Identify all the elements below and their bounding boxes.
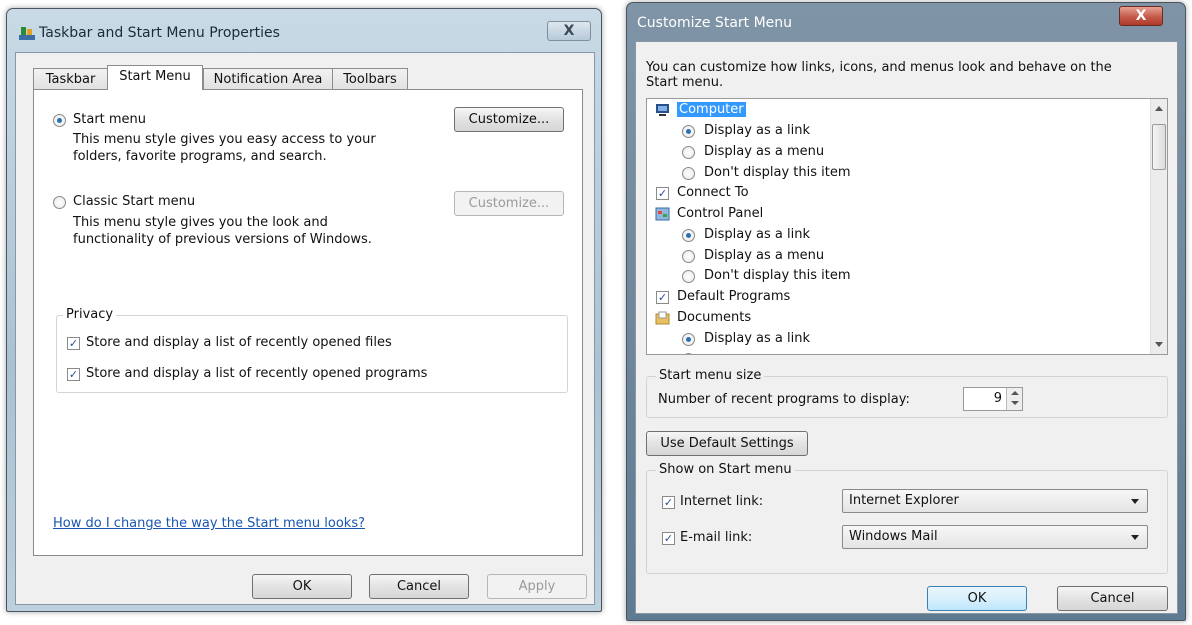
- computer-menu-label: Display as a menu: [704, 144, 825, 159]
- recent-programs-value[interactable]: 9: [994, 391, 1002, 406]
- documents-icon: [655, 311, 670, 325]
- control-panel-menu-radio[interactable]: [682, 250, 695, 263]
- window-title: Taskbar and Start Menu Properties: [39, 25, 280, 41]
- scroll-thumb[interactable]: [1152, 124, 1166, 170]
- classic-desc-1: This menu style gives you the look and: [73, 215, 328, 230]
- internet-link-dropdown[interactable]: Internet Explorer: [842, 489, 1148, 513]
- computer-icon: [655, 103, 670, 117]
- email-link-checkbox[interactable]: ✓: [662, 532, 675, 545]
- recent-files-checkbox[interactable]: ✓: [67, 337, 80, 350]
- control-panel-icon: [655, 207, 670, 221]
- control-panel-link-radio[interactable]: [682, 229, 695, 242]
- internet-link-value: Internet Explorer: [849, 493, 959, 508]
- tab-start-menu[interactable]: Start Menu: [107, 65, 203, 90]
- help-link[interactable]: How do I change the way the Start menu l…: [53, 516, 365, 531]
- control-panel-menu-label: Display as a menu: [704, 248, 825, 263]
- customize-start-menu-window: Customize Start Menu X You can customize…: [626, 2, 1186, 621]
- recent-programs-checkbox[interactable]: ✓: [67, 368, 80, 381]
- computer-menu-radio[interactable]: [682, 146, 695, 159]
- list-scrollbar[interactable]: [1150, 99, 1167, 354]
- control-panel-link-label: Display as a link: [704, 227, 811, 242]
- window-title: Customize Start Menu: [637, 15, 793, 31]
- show-on-start-menu-group: [646, 470, 1168, 574]
- list-item-computer[interactable]: Computer: [677, 102, 746, 117]
- classic-start-menu-label: Classic Start menu: [73, 194, 196, 209]
- classic-customize-button[interactable]: Customize...: [454, 191, 564, 216]
- internet-link-checkbox[interactable]: ✓: [662, 496, 675, 509]
- start-menu-items-list[interactable]: Computer Display as a link Display as a …: [646, 98, 1168, 355]
- dialog-body: You can customize how links, icons, and …: [635, 41, 1178, 614]
- documents-menu-radio-partial[interactable]: [682, 353, 695, 354]
- scroll-down-arrow-icon[interactable]: [1155, 342, 1163, 347]
- documents-link-radio[interactable]: [682, 333, 695, 346]
- email-link-value: Windows Mail: [849, 529, 938, 544]
- chevron-down-icon: [1131, 499, 1139, 504]
- list-item-control-panel: Control Panel: [677, 206, 764, 221]
- list-item-default-programs: Default Programs: [677, 289, 791, 304]
- tab-panel: Start menu This menu style gives you eas…: [33, 89, 583, 556]
- start-menu-desc-2: folders, favorite programs, and search.: [73, 149, 327, 164]
- start-menu-label: Start menu: [73, 112, 147, 127]
- close-icon: X: [563, 23, 575, 39]
- ok-button[interactable]: OK: [252, 574, 352, 599]
- dialog-body: Taskbar Start Menu Notification Area Too…: [15, 52, 595, 605]
- computer-hide-label: Don't display this item: [704, 165, 851, 180]
- intro-text-2: Start menu.: [646, 75, 724, 90]
- email-link-label: E-mail link:: [680, 530, 753, 545]
- email-link-dropdown[interactable]: Windows Mail: [842, 525, 1148, 549]
- chevron-down-icon: [1131, 535, 1139, 540]
- computer-link-label: Display as a link: [704, 123, 811, 138]
- control-panel-hide-label: Don't display this item: [704, 268, 851, 283]
- start-menu-size-title: Start menu size: [656, 368, 765, 383]
- list-item-connect-to: Connect To: [677, 185, 749, 200]
- control-panel-hide-radio[interactable]: [682, 270, 695, 283]
- classic-desc-2: functionality of previous versions of Wi…: [73, 232, 372, 247]
- customize-button[interactable]: Customize...: [454, 107, 564, 132]
- internet-link-label: Internet link:: [680, 494, 764, 509]
- start-menu-desc-1: This menu style gives you easy access to…: [73, 132, 376, 147]
- computer-hide-radio[interactable]: [682, 167, 695, 180]
- taskbar-properties-window: Taskbar and Start Menu Properties X Task…: [6, 8, 602, 612]
- cancel-button[interactable]: Cancel: [1057, 586, 1168, 611]
- close-button[interactable]: X: [1119, 6, 1163, 26]
- intro-text-1: You can customize how links, icons, and …: [646, 60, 1112, 75]
- connect-to-checkbox[interactable]: ✓: [656, 187, 669, 200]
- scroll-up-arrow-icon[interactable]: [1155, 106, 1163, 111]
- classic-start-menu-radio[interactable]: [53, 196, 66, 209]
- apply-button[interactable]: Apply: [487, 574, 587, 599]
- privacy-group: [56, 315, 568, 393]
- cancel-button[interactable]: Cancel: [369, 574, 469, 599]
- stepper-up-icon[interactable]: [1011, 391, 1019, 395]
- computer-link-radio[interactable]: [682, 125, 695, 138]
- stepper-buttons[interactable]: [1006, 388, 1022, 410]
- use-default-settings-button[interactable]: Use Default Settings: [646, 431, 808, 456]
- tab-notification-area[interactable]: Notification Area: [203, 68, 333, 90]
- documents-link-label: Display as a link: [704, 331, 811, 346]
- recent-files-label: Store and display a list of recently ope…: [86, 335, 392, 350]
- close-icon: X: [1135, 8, 1147, 24]
- default-programs-checkbox[interactable]: ✓: [656, 291, 669, 304]
- recent-programs-stepper[interactable]: 9: [963, 387, 1023, 411]
- ok-button[interactable]: OK: [927, 586, 1027, 611]
- close-button[interactable]: X: [547, 21, 591, 41]
- recent-programs-count-label: Number of recent programs to display:: [658, 392, 910, 407]
- taskbar-icon: [19, 26, 35, 40]
- privacy-title: Privacy: [63, 307, 117, 322]
- tab-taskbar[interactable]: Taskbar: [33, 68, 108, 90]
- show-on-start-menu-title: Show on Start menu: [656, 462, 795, 477]
- tab-toolbars[interactable]: Toolbars: [332, 68, 408, 90]
- start-menu-radio[interactable]: [53, 114, 66, 127]
- stepper-down-icon[interactable]: [1011, 401, 1019, 405]
- recent-programs-label: Store and display a list of recently ope…: [86, 366, 428, 381]
- list-item-documents: Documents: [677, 310, 752, 325]
